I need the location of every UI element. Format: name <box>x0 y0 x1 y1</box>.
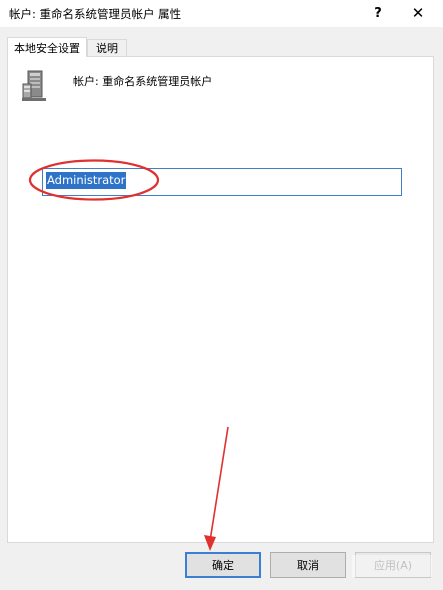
title-bar: 帐户: 重命名系统管理员帐户 属性 ? ✕ <box>0 0 443 27</box>
help-button[interactable]: ? <box>360 1 396 25</box>
window-title: 帐户: 重命名系统管理员帐户 属性 <box>9 7 182 21</box>
policy-heading: 帐户: 重命名系统管理员帐户 <box>73 75 213 88</box>
apply-button[interactable]: 应用(A) <box>355 552 431 578</box>
tab-local-security-setting[interactable]: 本地安全设置 <box>7 37 87 57</box>
cancel-button[interactable]: 取消 <box>270 552 346 578</box>
tab-explain[interactable]: 说明 <box>87 39 127 57</box>
account-name-selected-text: Administrator <box>46 172 127 189</box>
account-name-input[interactable]: Administrator <box>42 168 402 196</box>
close-button[interactable]: ✕ <box>400 1 436 25</box>
tab-panel <box>7 56 434 543</box>
ok-button[interactable]: 确定 <box>185 552 261 578</box>
server-icon <box>22 70 46 101</box>
